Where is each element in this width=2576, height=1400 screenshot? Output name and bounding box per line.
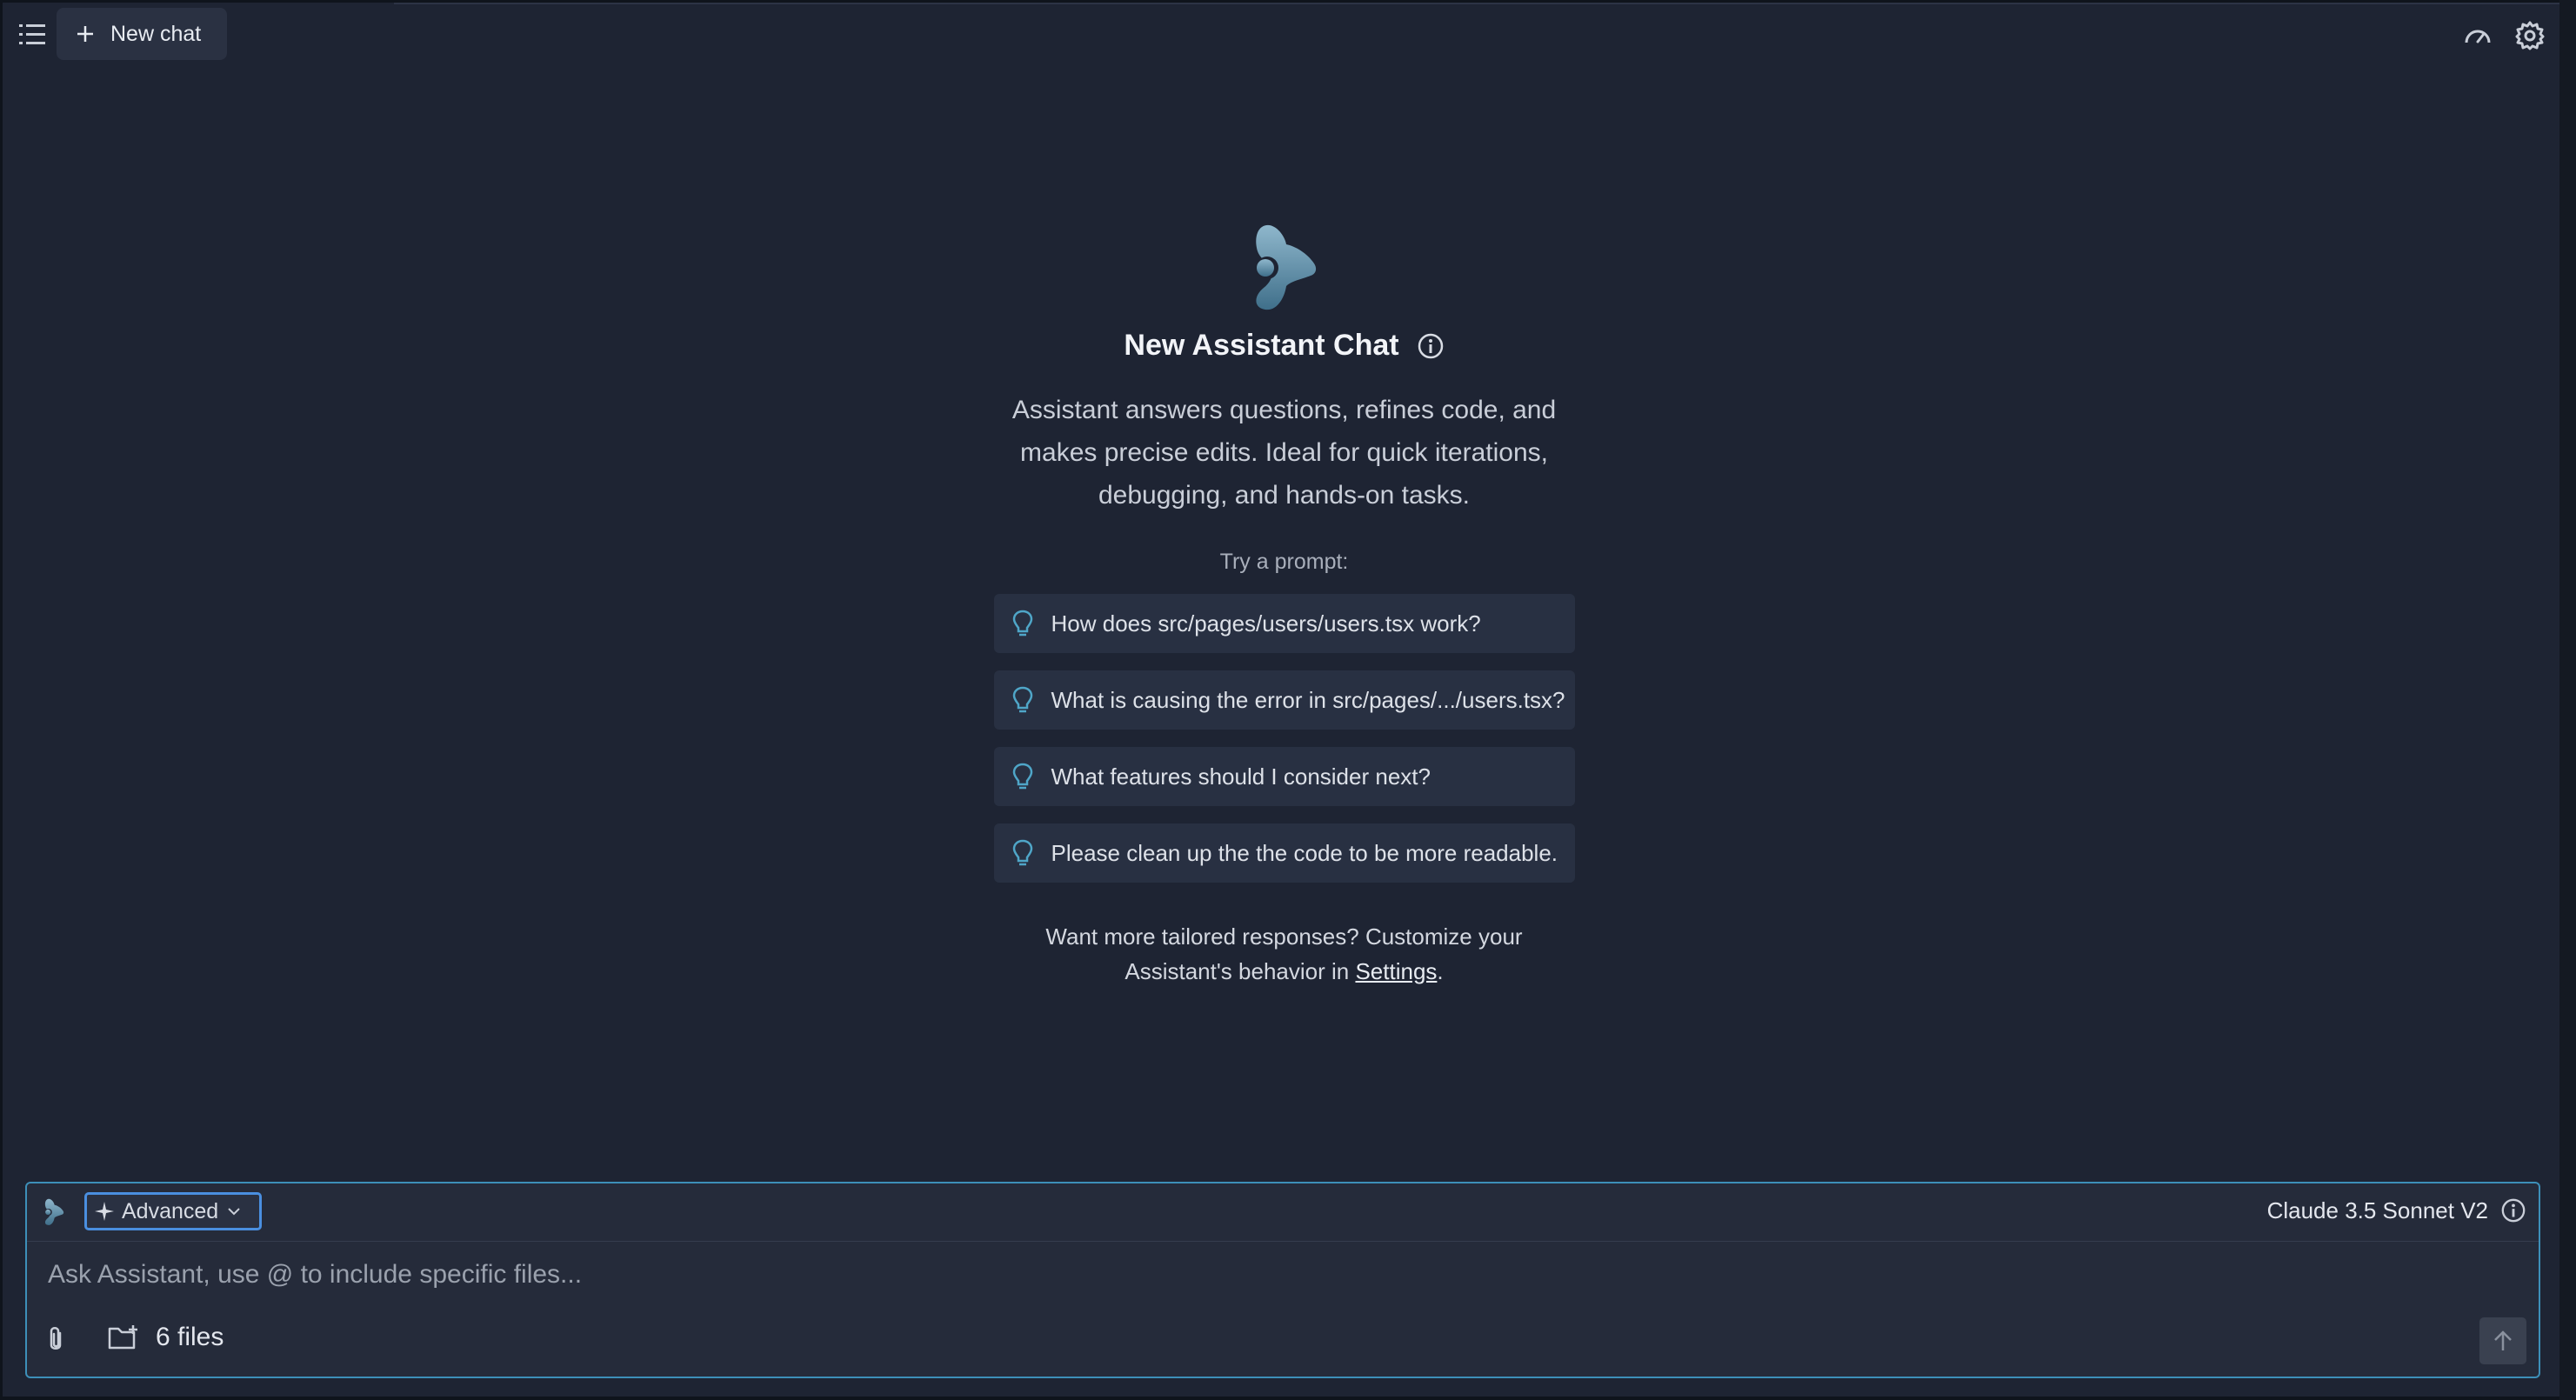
prompt-text: How does src/pages/users/users.tsx work? [1051,610,1481,637]
info-icon[interactable] [2500,1197,2526,1223]
prompt-suggestion[interactable]: How does src/pages/users/users.tsx work? [993,594,1575,653]
description-text: Assistant answers questions, refines cod… [1011,396,1557,510]
plus-icon [76,24,95,43]
chat-input[interactable] [48,1253,2396,1297]
gauge-icon [2465,30,2491,43]
paperclip-icon[interactable] [44,1324,67,1354]
gear-icon [2515,21,2545,50]
app-window: New chat New Assistant Chat Assistant an… [3,3,2559,1397]
lightbulb-icon [1012,686,1032,713]
assistant-logo-icon [44,1198,64,1225]
title-row: New Assistant Chat [1124,329,1444,363]
customize-note-suffix: . [1437,958,1444,984]
composer-toolbar: Advanced Claude 3.5 Sonnet V2 [27,1183,2539,1242]
model-label[interactable]: Claude 3.5 Sonnet V2 [2267,1197,2488,1224]
sparkle-icon [94,1201,115,1222]
mode-dropdown[interactable]: Advanced [84,1192,262,1230]
lightbulb-icon [1012,763,1032,790]
prompt-text: Please clean up the the code to be more … [1051,839,1558,866]
assistant-logo-icon [1255,224,1316,310]
customize-note-text: Want more tailored responses? Customize … [1045,923,1523,984]
prompt-text: What is causing the error in src/pages/.… [1051,686,1565,713]
page-title: New Assistant Chat [1124,329,1399,362]
mode-label: Advanced [122,1198,219,1223]
customize-note: Want more tailored responses? Customize … [1006,919,1563,989]
window-edge [2559,0,2576,1400]
arrow-up-icon [2494,1330,2512,1350]
try-prompt-label: Try a prompt: [1219,550,1349,574]
prompt-text: What features should I consider next? [1051,763,1431,790]
send-button[interactable] [2479,1317,2526,1364]
new-chat-label: New chat [110,21,202,46]
performance-button[interactable] [2460,18,2495,53]
welcome-panel: New Assistant Chat Assistant answers que… [872,220,1696,989]
info-icon[interactable] [1417,332,1445,360]
lightbulb-icon [1012,839,1032,866]
prompt-suggestion[interactable]: What features should I consider next? [993,747,1575,806]
settings-link[interactable]: Settings [1355,958,1437,984]
menu-button[interactable] [17,20,47,50]
new-chat-button[interactable]: New chat [57,8,227,60]
files-button[interactable]: 6 files [107,1323,224,1352]
prompt-suggestion[interactable]: Please clean up the the code to be more … [993,823,1575,883]
lightbulb-icon [1012,610,1032,637]
files-label: 6 files [156,1323,224,1351]
settings-button[interactable] [2513,18,2547,53]
chat-composer: Advanced Claude 3.5 Sonnet V2 Ask Assist… [25,1182,2540,1378]
list-icon [19,24,45,44]
prompt-suggestion[interactable]: What is causing the error in src/pages/.… [993,670,1575,730]
prompt-list: How does src/pages/users/users.tsx work?… [993,594,1575,883]
chevron-down-icon [227,1206,241,1217]
folder-plus-icon [108,1325,137,1350]
